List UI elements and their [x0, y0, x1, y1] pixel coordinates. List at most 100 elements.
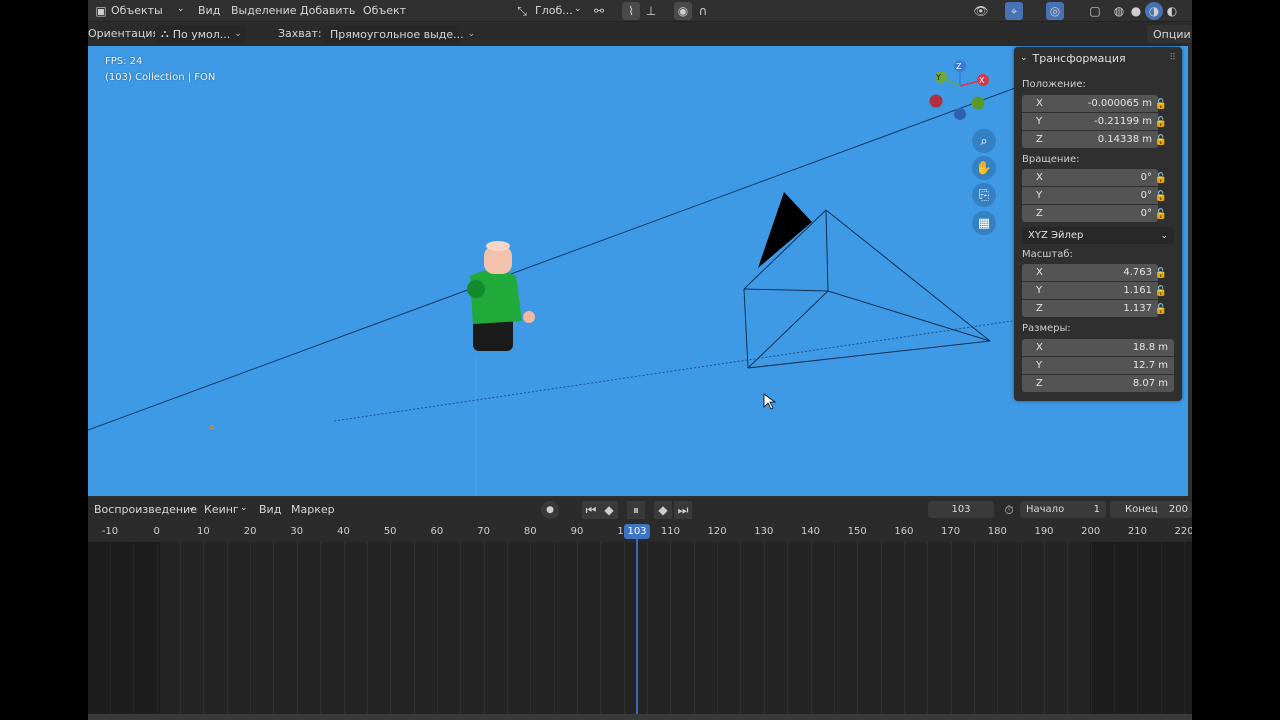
- wireframe-shading-icon[interactable]: ◍: [1110, 2, 1128, 20]
- frame-gridline: [1067, 542, 1069, 714]
- menu-view[interactable]: Вид: [259, 503, 281, 516]
- menu-playback[interactable]: Воспроизведение: [94, 503, 197, 516]
- orientation-dropdown[interactable]: ⛬ По умол... ⌄: [155, 25, 245, 43]
- frame-gridline: [577, 542, 578, 714]
- falloff-icon[interactable]: ∩: [694, 2, 712, 20]
- pan-hand-icon[interactable]: ✋: [972, 156, 996, 180]
- out-of-range-shade: [88, 542, 160, 714]
- ruler-tick-label: 20: [243, 526, 257, 537]
- record-keyframe-icon[interactable]: ●: [541, 501, 559, 519]
- mode-selector-label[interactable]: Объекты: [111, 4, 163, 17]
- axis-label: Z: [1036, 378, 1043, 389]
- pause-icon[interactable]: ⏸: [627, 501, 645, 519]
- scale-y-field[interactable]: Y 1.161: [1022, 282, 1158, 299]
- axis-label: Y: [1036, 190, 1043, 201]
- camera-view-icon[interactable]: ⎘: [972, 183, 996, 207]
- chevron-down-icon: ⌄: [467, 29, 476, 39]
- timeline-track-area[interactable]: [88, 542, 1192, 714]
- playhead-frame-badge[interactable]: 103: [624, 524, 650, 539]
- gizmo-label-z[interactable]: Z: [956, 62, 961, 71]
- drag-handle-icon[interactable]: ⠿: [1169, 53, 1176, 63]
- lock-icon[interactable]: 🔓: [1154, 207, 1168, 221]
- lock-icon[interactable]: 🔓: [1154, 97, 1168, 111]
- lego-figure: [467, 241, 535, 351]
- scale-x-field[interactable]: X 4.763: [1022, 264, 1158, 281]
- ruler-tick-label: 60: [430, 526, 444, 537]
- material-shading-icon[interactable]: ◑: [1145, 2, 1163, 20]
- rotation-y-field[interactable]: Y 0°: [1022, 187, 1158, 204]
- end-value: 200: [1168, 504, 1188, 515]
- lock-icon[interactable]: 🔓: [1154, 302, 1168, 316]
- field-value: 8.07 m: [1132, 378, 1168, 389]
- ruler-tick-label: 160: [894, 526, 914, 537]
- axis-label: Z: [1036, 208, 1043, 219]
- menu-object[interactable]: Объект: [363, 4, 406, 17]
- location-y-field[interactable]: Y -0.21199 m: [1022, 113, 1158, 130]
- menu-add[interactable]: Добавить: [300, 4, 355, 17]
- camera-view-line-dotted: [333, 320, 1013, 422]
- scale-z-field[interactable]: Z 1.137: [1022, 300, 1158, 317]
- prev-keyframe-icon[interactable]: ◆: [600, 501, 618, 519]
- dimensions-z-field[interactable]: Z 8.07 m: [1022, 375, 1174, 392]
- stopwatch-icon[interactable]: ⏱: [1000, 501, 1018, 519]
- rotation-x-field[interactable]: X 0°: [1022, 169, 1158, 186]
- transform-sidebar: ⌄ Трансформация ⠿ Положение: X -0.000065 …: [1014, 47, 1182, 401]
- visibility-icon[interactable]: 👁: [972, 2, 990, 20]
- playhead-line[interactable]: [636, 532, 638, 714]
- start-frame-field[interactable]: Начало 1: [1020, 501, 1106, 518]
- proportional-edit-icon[interactable]: ◉: [674, 2, 692, 20]
- ruler-tick-label: 220: [1174, 526, 1192, 537]
- ruler-tick-label: 140: [800, 526, 821, 537]
- frame-gridline: [250, 542, 252, 714]
- dimensions-x-field[interactable]: X 18.8 m: [1022, 339, 1174, 356]
- axis-label: X: [1036, 98, 1043, 109]
- end-frame-field[interactable]: Конец 200: [1110, 501, 1192, 518]
- lock-icon[interactable]: 🔓: [1154, 133, 1168, 147]
- menu-select[interactable]: Выделение: [231, 4, 297, 17]
- options-label: Опции: [1153, 27, 1191, 41]
- gizmo-label-x[interactable]: X: [979, 76, 984, 85]
- lock-icon[interactable]: 🔓: [1154, 266, 1168, 280]
- menu-marker[interactable]: Маркер: [291, 503, 335, 516]
- snap-dropdown[interactable]: Прямоугольное выде... ⌄: [324, 25, 475, 43]
- jump-start-icon[interactable]: ⏮: [582, 501, 600, 519]
- frame-gridline: [880, 542, 882, 714]
- location-x-field[interactable]: X -0.000065 m: [1022, 95, 1158, 112]
- options-button[interactable]: Опции: [1147, 25, 1192, 43]
- gizmo-toggle-icon[interactable]: ⌖: [1005, 2, 1023, 20]
- menu-keying[interactable]: Кеинг: [204, 503, 239, 516]
- chevron-down-icon: ⌄: [188, 503, 196, 513]
- camera-up-triangle: [758, 192, 812, 268]
- overlays-toggle-icon[interactable]: ◎: [1046, 2, 1064, 20]
- gizmo-label-y[interactable]: Y: [936, 73, 941, 82]
- snap-toggle-icon[interactable]: ⌇: [622, 2, 640, 20]
- transform-orientation-select[interactable]: Глоб...: [535, 4, 573, 17]
- lock-icon[interactable]: 🔓: [1154, 171, 1168, 185]
- frame-gridline: [833, 542, 835, 714]
- rotation-mode-select[interactable]: XYZ Эйлер ⌄: [1022, 227, 1174, 244]
- snap-target-icon[interactable]: ⊥: [642, 2, 660, 20]
- location-z-field[interactable]: Z 0.14338 m: [1022, 131, 1158, 148]
- xray-icon[interactable]: ▢: [1086, 2, 1104, 20]
- menu-view[interactable]: Вид: [198, 4, 220, 17]
- dimensions-y-field[interactable]: Y 12.7 m: [1022, 357, 1174, 374]
- jump-end-icon[interactable]: ⏭: [674, 501, 692, 519]
- ruler-tick-label: 80: [523, 526, 537, 537]
- transform-orientation-icon: ⤡: [517, 3, 527, 18]
- rendered-shading-icon[interactable]: ◐: [1163, 2, 1181, 20]
- next-keyframe-icon[interactable]: ◆: [654, 501, 672, 519]
- current-frame-field[interactable]: 103: [928, 501, 994, 518]
- lock-icon[interactable]: 🔓: [1154, 115, 1168, 129]
- rotation-label: Вращение:: [1022, 154, 1080, 165]
- pivot-icon[interactable]: ⚯: [590, 2, 608, 20]
- rotation-z-field[interactable]: Z 0°: [1022, 205, 1158, 222]
- ruler-tick-label: 120: [707, 526, 727, 537]
- editor-type-icon[interactable]: ▣: [92, 2, 110, 20]
- lock-icon[interactable]: 🔓: [1154, 189, 1168, 203]
- ortho-grid-icon[interactable]: ▦: [972, 211, 996, 235]
- lock-icon[interactable]: 🔓: [1154, 284, 1168, 298]
- solid-shading-icon[interactable]: ●: [1127, 2, 1145, 20]
- timeline-scrollbar[interactable]: [88, 714, 1192, 720]
- zoom-icon[interactable]: ⌕: [972, 129, 996, 153]
- transform-panel-header[interactable]: ⌄ Трансформация ⠿: [1014, 47, 1182, 69]
